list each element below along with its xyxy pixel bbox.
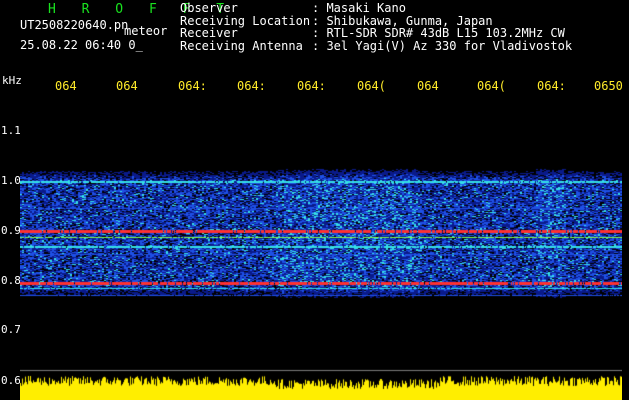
freq-tick-label: 0.8 [1,274,21,287]
time-label: 064: [537,79,566,93]
time-label: 064: [297,79,326,93]
antenna-value: : 3el Yagi(V) Az 330 for Vladivostok [312,38,573,53]
time-label: 064( [357,79,386,93]
time-label: 064 [116,79,138,93]
header-field-labels: Observer Receiving Location Receiver Rec… [180,2,310,52]
freq-tick-label: 0.6 [1,374,21,387]
receiver-value: : RTL-SDR SDR# 43dB L15 103.2MHz CW [312,26,565,40]
frequency-unit: kHz [2,74,22,87]
time-label: 064( [477,79,506,93]
time-label: 064 [55,79,77,93]
antenna-label: Receiving Antenna [180,38,303,53]
spectrogram[interactable] [20,96,622,400]
freq-tick-label: 1.1 [1,124,21,137]
freq-tick-label: 0.9 [1,224,21,237]
freq-tick-label: 0.7 [1,323,21,336]
date-time: 25.08.22 06:40 0_ [20,38,143,52]
freq-tick-label: 1.0 [1,174,21,187]
observer-label: Observer [180,1,238,15]
observer-value: : Masaki Kano [312,1,406,15]
time-label: 0650 [594,79,623,93]
file-name: UT2508220640.pn [20,18,129,32]
meteor-tag: meteor [124,24,168,38]
time-label: 064 [417,79,439,93]
time-label: 064: [178,79,207,93]
header-field-values: : Masaki Kano : Shibukawa, Gunma, Japan … [312,2,572,52]
receiver-label: Receiver [180,26,238,40]
time-label: 064: [237,79,266,93]
